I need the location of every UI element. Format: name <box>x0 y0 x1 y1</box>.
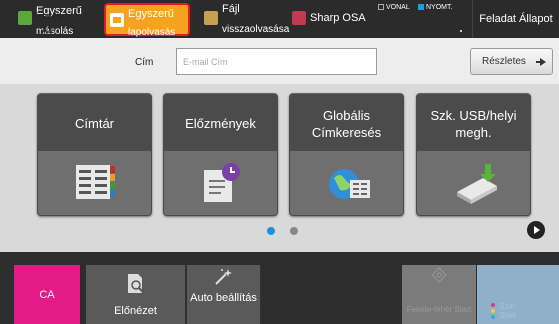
details-button[interactable]: Részletes <box>470 48 553 75</box>
tile-icon-area <box>417 151 530 215</box>
arrow-right-icon <box>536 58 546 66</box>
color-start-line1: Szín <box>499 302 516 311</box>
folder-icon <box>204 11 218 25</box>
bottom-action-bar: CA Előnézet Auto beállítás Fekete-fehér … <box>0 252 559 324</box>
address-label: Cím <box>135 57 154 68</box>
tab-label-line1: Sharp OSA <box>310 12 366 24</box>
tile-address-book[interactable]: Címtár <box>37 93 152 216</box>
tile-usb-local-drive[interactable]: Szk. USB/helyi megh. <box>416 93 531 216</box>
tab-label-line1: Egyszerű <box>128 8 174 20</box>
pager-dot-active[interactable] <box>267 227 275 235</box>
color-dot-icon <box>491 303 495 307</box>
tab-label-line1: Fájl <box>222 3 240 15</box>
tab-sharp-osa[interactable]: Sharp OSA <box>288 0 368 38</box>
pager-dot[interactable] <box>290 227 298 235</box>
history-icon <box>204 163 240 202</box>
address-book-icon <box>76 165 115 199</box>
tile-label: Szk. USB/helyi megh. <box>430 107 517 140</box>
next-page-button[interactable] <box>527 221 545 239</box>
global-search-icon <box>329 169 370 199</box>
color-dot-icon <box>491 309 495 313</box>
tile-label: Címtár <box>75 116 114 131</box>
print-status-label: NYOMT. <box>426 4 453 11</box>
usb-drive-icon <box>457 164 497 204</box>
osa-icon <box>292 11 306 25</box>
bw-start-label: Fekete-fehér Start <box>406 305 472 314</box>
email-address-field[interactable]: E-mail Cím <box>176 48 377 75</box>
print-status-icon <box>418 4 424 11</box>
tile-icon-area <box>290 151 403 215</box>
tab-label-line2: lapolvasás <box>128 27 176 38</box>
tab-easy-scan[interactable]: Egyszerű lapolvasás <box>104 3 190 38</box>
tile-icon-area <box>38 151 151 215</box>
preview-label: Előnézet <box>114 305 157 317</box>
job-status-button[interactable]: Feladat Állapot <box>472 0 559 38</box>
tile-icon-area <box>164 151 277 215</box>
color-start-label: Szín Start <box>499 302 516 320</box>
tab-file-retrieve[interactable]: Fájl visszaolvasása <box>200 0 290 38</box>
print-status: NYOMT. <box>418 4 452 11</box>
start-diamond-icon <box>431 267 447 283</box>
color-start-line2: Start <box>499 311 516 320</box>
top-mode-bar: Egyszerű másolás Egyszerű lapolvasás Fáj… <box>0 0 559 38</box>
tab-label-line2: visszaolvasása <box>222 24 290 35</box>
tile-label: Globális Címkeresés <box>311 107 382 140</box>
tile-label: Előzmények <box>185 116 256 131</box>
line-status: VONAL <box>378 4 410 11</box>
magic-wand-icon <box>215 269 232 285</box>
details-label: Részletes <box>482 56 526 67</box>
line-status-icon <box>378 4 384 11</box>
preview-button[interactable]: Előnézet <box>86 265 186 324</box>
tile-global-address-search[interactable]: Globális Címkeresés <box>289 93 404 216</box>
original-label: Eredeti <box>32 11 62 21</box>
tile-history[interactable]: Előzmények <box>163 93 278 216</box>
color-dot-icon <box>491 315 495 319</box>
color-start-button[interactable]: Szín Start <box>477 265 559 324</box>
preview-icon <box>128 274 144 293</box>
clear-all-button[interactable]: CA <box>14 265 80 324</box>
auto-settings-button[interactable]: Auto beállítás <box>187 265 261 324</box>
auto-settings-label: Auto beállítás <box>190 292 257 304</box>
original-size-value: A4 <box>41 26 53 36</box>
line-status-label: VONAL <box>386 4 410 11</box>
main-panel: Címtár Előzmények Globális Címkeresés Sz… <box>0 84 559 252</box>
bw-start-button[interactable]: Fekete-fehér Start <box>402 265 476 324</box>
scan-icon <box>110 13 124 27</box>
indicator-dot <box>460 30 462 32</box>
original-size-display[interactable]: Eredeti A4 <box>24 9 70 39</box>
